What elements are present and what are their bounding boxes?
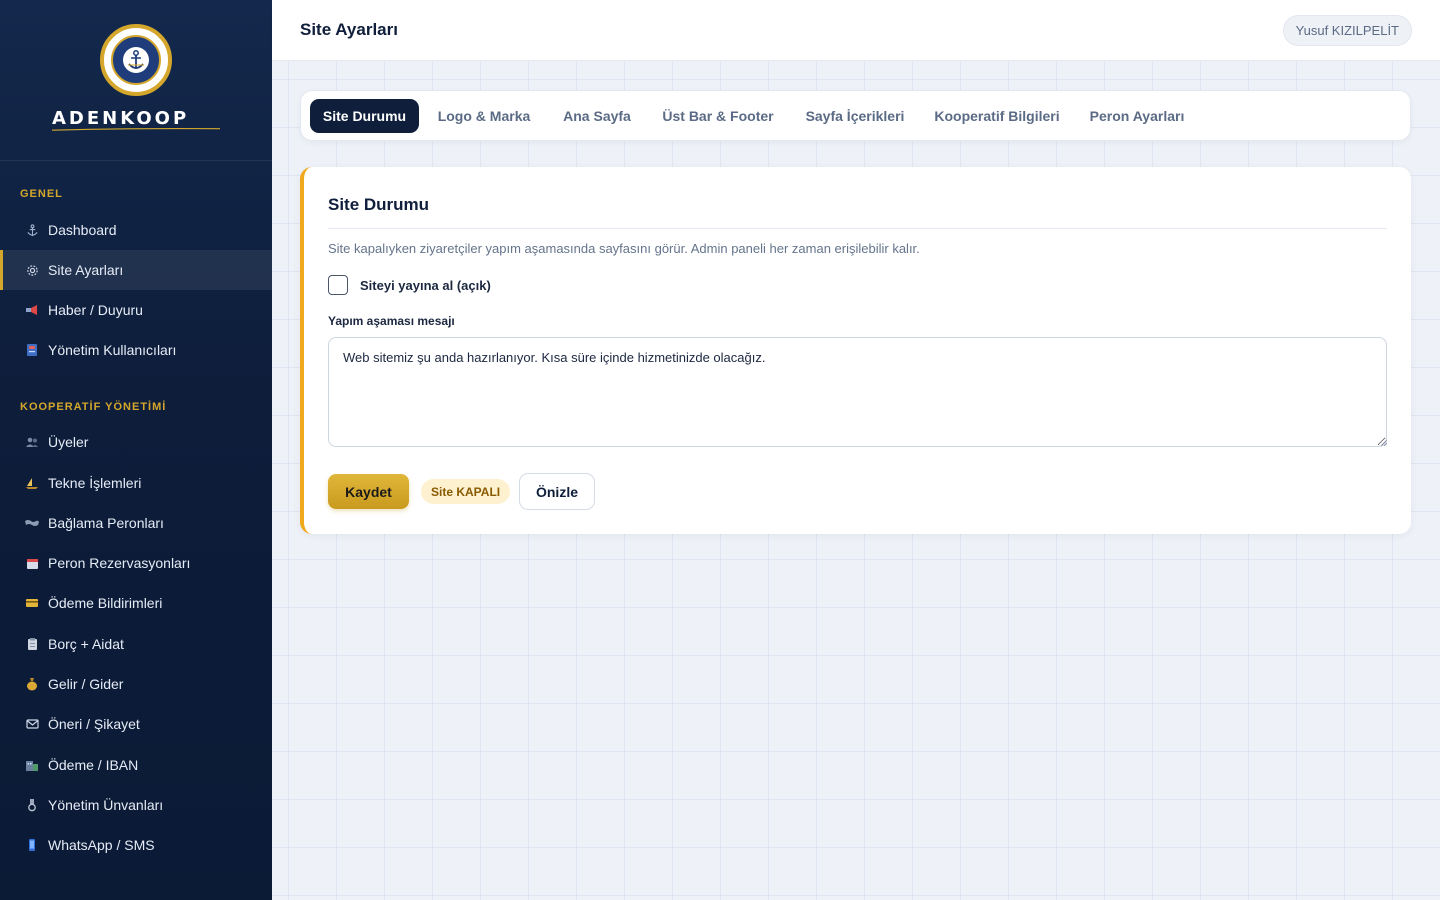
sidebar-item-site-settings[interactable]: Site Ayarları	[0, 250, 272, 290]
sidebar-item-titles[interactable]: Yönetim Ünvanları	[0, 785, 272, 825]
phone-icon	[24, 837, 40, 853]
user-menu[interactable]: Yusuf KIZILPELİT	[1282, 15, 1412, 46]
tab-coop-info[interactable]: Kooperatif Bilgileri	[927, 99, 1067, 133]
sidebar-item-label: Yönetim Ünvanları	[48, 797, 164, 813]
sidebar-item-label: Tekne İşlemleri	[48, 475, 142, 491]
tab-topbar-footer[interactable]: Üst Bar & Footer	[655, 99, 781, 133]
anchor-icon	[24, 222, 40, 238]
publish-checkbox[interactable]	[328, 275, 348, 295]
nav-section-coop: KOOPERATİF YÖNETİMİ	[20, 401, 167, 413]
users-book-icon	[24, 342, 40, 358]
brand-area: ADENKOOP	[0, 0, 272, 161]
resize-handle-icon[interactable]	[1379, 438, 1387, 446]
sidebar-item-label: Üyeler	[48, 434, 89, 450]
message-label: Yapım aşaması mesajı	[328, 314, 455, 328]
sidebar-item-boats[interactable]: Tekne İşlemleri	[0, 463, 272, 503]
sidebar-item-label: Borç + Aidat	[48, 636, 124, 652]
sidebar: ADENKOOP GENEL Dashboard Site Ayarları H…	[0, 0, 272, 900]
sidebar-item-label: Site Ayarları	[48, 262, 124, 278]
tab-pier-settings[interactable]: Peron Ayarları	[1081, 99, 1193, 133]
sidebar-item-label: Peron Rezervasyonları	[48, 555, 191, 571]
sidebar-item-label: Haber / Duyuru	[48, 302, 143, 318]
site-status-card: Site Durumu Site kapalıyken ziyaretçiler…	[300, 167, 1411, 534]
sidebar-item-piers[interactable]: Bağlama Peronları	[0, 503, 272, 543]
preview-button[interactable]: Önizle	[519, 473, 595, 510]
sidebar-item-dashboard[interactable]: Dashboard	[0, 210, 272, 250]
site-status-badge: Site KAPALI	[421, 479, 511, 504]
card-description: Site kapalıyken ziyaretçiler yapım aşama…	[328, 241, 920, 256]
boat-icon	[24, 475, 40, 491]
medal-icon	[24, 797, 40, 813]
bank-icon	[24, 757, 40, 773]
brand-logo[interactable]	[100, 24, 172, 96]
gear-icon	[24, 262, 40, 278]
sidebar-item-label: Bağlama Peronları	[48, 515, 164, 531]
save-button[interactable]: Kaydet	[328, 474, 409, 509]
sidebar-item-label: Dashboard	[48, 222, 117, 238]
sidebar-item-label: Ödeme Bildirimleri	[48, 595, 163, 611]
maintenance-message-input[interactable]: Web sitemiz şu anda hazırlanıyor. Kısa s…	[328, 337, 1387, 447]
sidebar-item-label: Gelir / Gider	[48, 676, 124, 692]
sidebar-item-label: WhatsApp / SMS	[48, 837, 155, 853]
nav-section-general: GENEL	[20, 188, 63, 200]
megaphone-icon	[24, 302, 40, 318]
anchor-emblem-icon	[111, 35, 161, 85]
sidebar-item-reservations[interactable]: Peron Rezervasyonları	[0, 543, 272, 583]
sidebar-item-payment-notices[interactable]: Ödeme Bildirimleri	[0, 583, 272, 623]
card-divider	[328, 228, 1387, 229]
tab-home-page[interactable]: Ana Sayfa	[551, 99, 643, 133]
publish-toggle-row: Siteyi yayına al (açık)	[328, 275, 491, 295]
clipboard-icon	[24, 636, 40, 652]
topbar: Site Ayarları Yusuf KIZILPELİT	[272, 0, 1440, 61]
sidebar-item-income-expense[interactable]: Gelir / Gider	[0, 664, 272, 704]
tab-page-contents[interactable]: Sayfa İçerikleri	[795, 99, 915, 133]
sidebar-item-members[interactable]: Üyeler	[0, 422, 272, 462]
sidebar-item-label: Yönetim Kullanıcıları	[48, 342, 177, 358]
money-bag-icon	[24, 676, 40, 692]
sidebar-item-feedback[interactable]: Öneri / Şikayet	[0, 704, 272, 744]
brand-name: ADENKOOP	[52, 108, 190, 129]
publish-checkbox-label[interactable]: Siteyi yayına al (açık)	[360, 278, 491, 293]
card-title: Site Durumu	[328, 195, 430, 214]
sidebar-item-whatsapp-sms[interactable]: WhatsApp / SMS	[0, 825, 272, 865]
credit-card-icon	[24, 595, 40, 611]
tab-logo-brand[interactable]: Logo & Marka	[429, 99, 539, 133]
envelope-icon	[24, 716, 40, 732]
settings-tabs: Site Durumu Logo & Marka Ana Sayfa Üst B…	[300, 90, 1411, 141]
sidebar-item-iban[interactable]: Ödeme / IBAN	[0, 745, 272, 785]
brand-underline	[52, 128, 220, 131]
sidebar-item-debt[interactable]: Borç + Aidat	[0, 624, 272, 664]
sidebar-item-label: Ödeme / IBAN	[48, 757, 139, 773]
page-title: Site Ayarları	[300, 20, 398, 39]
sidebar-item-admin-users[interactable]: Yönetim Kullanıcıları	[0, 330, 272, 370]
map-icon	[24, 515, 40, 531]
sidebar-item-news[interactable]: Haber / Duyuru	[0, 290, 272, 330]
members-icon	[24, 434, 40, 450]
calendar-icon	[24, 555, 40, 571]
tab-site-status[interactable]: Site Durumu	[310, 99, 419, 133]
sidebar-item-label: Öneri / Şikayet	[48, 716, 140, 732]
